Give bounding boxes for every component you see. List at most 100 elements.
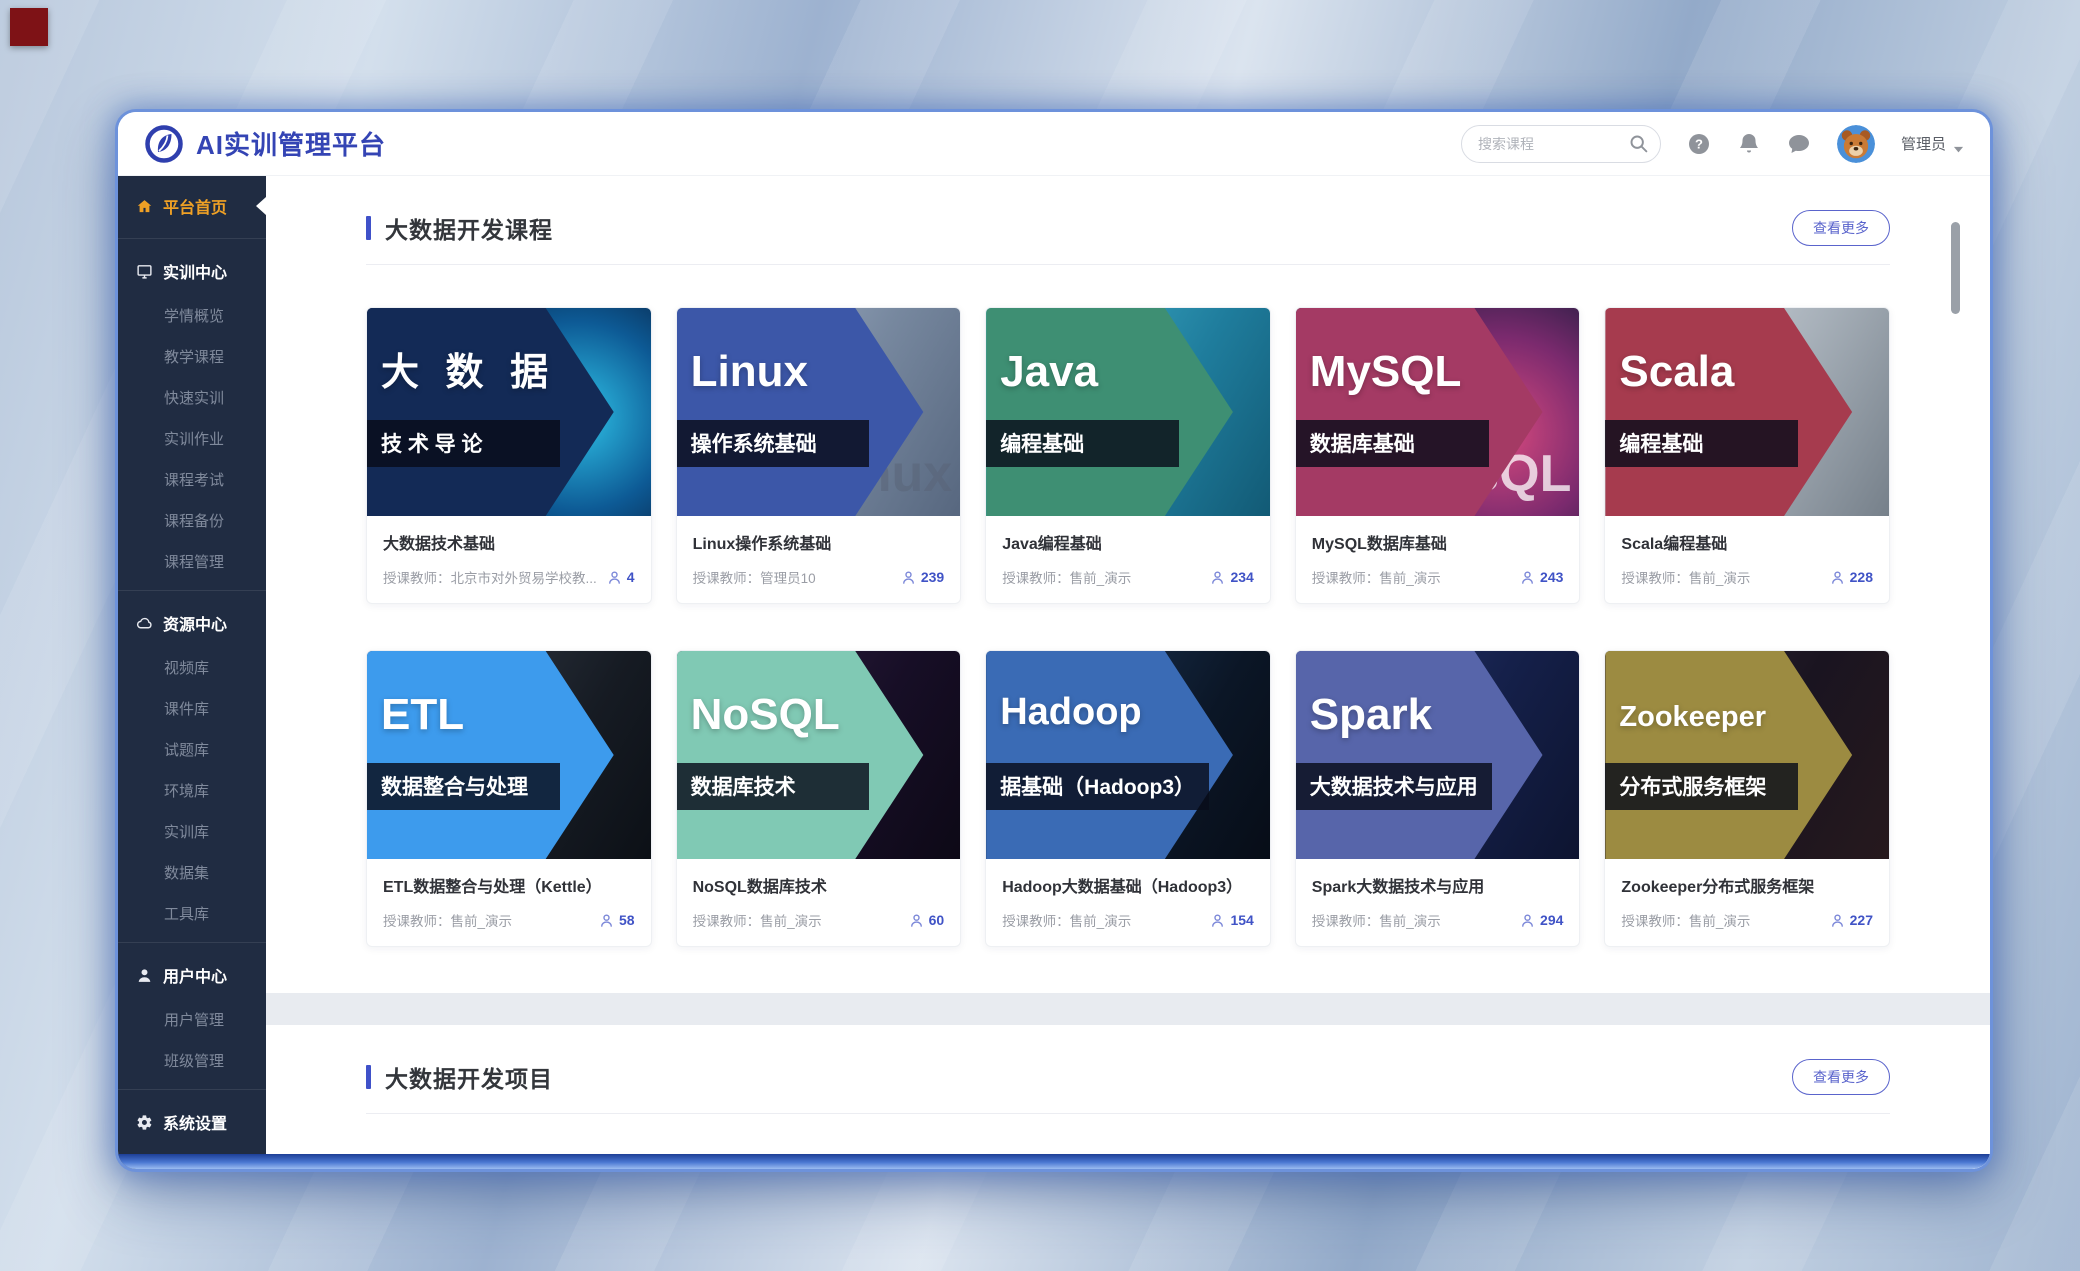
cover-subtitle: 数据库基础 bbox=[1310, 433, 1415, 456]
sidebar-item[interactable]: 试题库 bbox=[118, 729, 266, 770]
sidebar-group-home[interactable]: 平台首页 bbox=[118, 182, 266, 230]
cover-chevron bbox=[1605, 651, 1889, 859]
course-cover: Scala 编程基础 bbox=[1605, 308, 1889, 516]
user-icon bbox=[136, 967, 153, 984]
course-teacher: 授课教师：售前_演示 bbox=[1002, 910, 1202, 930]
course-meta: 授课教师：售前_演示 234 bbox=[1002, 567, 1254, 587]
cover-subtitle-band: 数据整合与处理 bbox=[367, 763, 560, 810]
sidebar-item[interactable]: 实训库 bbox=[118, 811, 266, 852]
person-icon bbox=[599, 913, 614, 928]
cover-title: Linux bbox=[691, 350, 808, 394]
course-student-count: 60 bbox=[909, 912, 945, 928]
sidebar-item[interactable]: 用户管理 bbox=[118, 999, 266, 1040]
course-card[interactable]: NoSQL 数据库技术 NoSQL数据库技术 授课教师：售前_演示 60 bbox=[676, 650, 962, 947]
course-title: Hadoop大数据基础（Hadoop3） bbox=[1002, 873, 1254, 897]
sidebar-group-label: 实训中心 bbox=[163, 259, 227, 283]
sidebar-item[interactable]: 环境库 bbox=[118, 770, 266, 811]
sidebar-item[interactable]: 工具库 bbox=[118, 893, 266, 934]
course-teacher: 授课教师：管理员10 bbox=[693, 567, 893, 587]
sidebar-item[interactable]: 视频库 bbox=[118, 647, 266, 688]
user-menu[interactable]: 管理员 bbox=[1901, 133, 1964, 154]
course-card[interactable]: Java 编程基础 Java编程基础 授课教师：售前_演示 234 bbox=[985, 307, 1271, 604]
cover-subtitle: 大数据技术与应用 bbox=[1310, 776, 1478, 799]
section-header: 大数据开发项目 查看更多 bbox=[366, 1059, 1890, 1095]
search-box bbox=[1461, 125, 1661, 163]
sidebar-item[interactable]: 课程管理 bbox=[118, 541, 266, 582]
course-teacher: 授课教师：售前_演示 bbox=[1002, 567, 1202, 587]
cover-subtitle-band: 据基础（Hadoop3） bbox=[986, 763, 1209, 810]
sidebar-group-cloud[interactable]: 资源中心 bbox=[118, 599, 266, 647]
course-card-body: MySQL数据库基础 授课教师：售前_演示 243 bbox=[1296, 516, 1580, 603]
sidebar-divider bbox=[118, 590, 266, 591]
cover-title: Scala bbox=[1619, 350, 1734, 394]
scrollbar-thumb[interactable] bbox=[1951, 222, 1960, 314]
sidebar-item[interactable]: 课程考试 bbox=[118, 459, 266, 500]
course-cover: Spark 大数据技术与应用 bbox=[1296, 651, 1580, 859]
course-cover: 大 数 据 技 术 导 论 bbox=[367, 308, 651, 516]
user-name: 管理员 bbox=[1901, 133, 1946, 154]
cover-subtitle-band: 编程基础 bbox=[1605, 420, 1798, 467]
course-student-count: 234 bbox=[1210, 569, 1253, 585]
course-cover: NoSQL 数据库技术 bbox=[677, 651, 961, 859]
course-card[interactable]: MySQL MySQL 数据库基础 MySQL数据库基础 授课教师：售前_演示 … bbox=[1295, 307, 1581, 604]
course-title: 大数据技术基础 bbox=[383, 530, 635, 554]
cover-title: MySQL bbox=[1310, 350, 1462, 394]
view-more-button[interactable]: 查看更多 bbox=[1792, 210, 1890, 246]
course-student-count: 58 bbox=[599, 912, 635, 928]
course-student-count: 154 bbox=[1210, 912, 1253, 928]
course-meta: 授课教师：管理员10 239 bbox=[693, 567, 945, 587]
cover-subtitle: 据基础（Hadoop3） bbox=[1000, 776, 1195, 799]
sidebar-item[interactable]: 课件库 bbox=[118, 688, 266, 729]
course-teacher: 授课教师：北京市对外贸易学校教... bbox=[383, 567, 599, 587]
course-card[interactable]: inux Linux 操作系统基础 Linux操作系统基础 授课教师：管理员10… bbox=[676, 307, 962, 604]
cover-title: Spark bbox=[1310, 693, 1432, 737]
window-bottom-edge bbox=[118, 1154, 1990, 1169]
section-accent-bar bbox=[366, 216, 371, 240]
cover-title: ETL bbox=[381, 693, 464, 737]
sidebar-group-user[interactable]: 用户中心 bbox=[118, 951, 266, 999]
app-window: AI实训管理平台 ? bbox=[118, 112, 1990, 1169]
sidebar-group-gear[interactable]: 系统设置 bbox=[118, 1098, 266, 1146]
course-title: Java编程基础 bbox=[1002, 530, 1254, 554]
cover-title: Java bbox=[1000, 350, 1098, 394]
course-card[interactable]: Spark 大数据技术与应用 Spark大数据技术与应用 授课教师：售前_演示 … bbox=[1295, 650, 1581, 947]
sidebar-item[interactable]: 快速实训 bbox=[118, 377, 266, 418]
cover-chevron bbox=[367, 651, 651, 859]
cover-subtitle: 数据整合与处理 bbox=[381, 776, 528, 799]
bell-icon[interactable] bbox=[1737, 132, 1761, 156]
person-icon bbox=[909, 913, 924, 928]
home-icon bbox=[136, 198, 153, 215]
section-title: 大数据开发课程 bbox=[385, 211, 553, 245]
section-divider bbox=[366, 1113, 1890, 1114]
sidebar-item[interactable]: 教学课程 bbox=[118, 336, 266, 377]
course-card[interactable]: ETL 数据整合与处理 ETL数据整合与处理（Kettle） 授课教师：售前_演… bbox=[366, 650, 652, 947]
user-avatar[interactable] bbox=[1837, 125, 1875, 163]
sidebar-group-label: 系统设置 bbox=[163, 1110, 227, 1134]
help-icon[interactable]: ? bbox=[1687, 132, 1711, 156]
chat-icon[interactable] bbox=[1787, 132, 1811, 156]
sidebar-item[interactable]: 课程备份 bbox=[118, 500, 266, 541]
course-title: Spark大数据技术与应用 bbox=[1312, 873, 1564, 897]
sidebar-menu: 平台首页 实训中心 学情概览 教学课程 快速实训 实训作业 课程考试 课程备份 … bbox=[118, 176, 266, 1169]
course-meta: 授课教师：售前_演示 243 bbox=[1312, 567, 1564, 587]
course-card[interactable]: Scala 编程基础 Scala编程基础 授课教师：售前_演示 228 bbox=[1604, 307, 1890, 604]
course-cover: ETL 数据整合与处理 bbox=[367, 651, 651, 859]
course-card[interactable]: Hadoop 据基础（Hadoop3） Hadoop大数据基础（Hadoop3）… bbox=[985, 650, 1271, 947]
course-card[interactable]: Zookeeper 分布式服务框架 Zookeeper分布式服务框架 授课教师：… bbox=[1604, 650, 1890, 947]
course-card-body: Linux操作系统基础 授课教师：管理员10 239 bbox=[677, 516, 961, 603]
view-more-button[interactable]: 查看更多 bbox=[1792, 1059, 1890, 1095]
cover-subtitle-band: 大数据技术与应用 bbox=[1296, 763, 1492, 810]
search-icon[interactable] bbox=[1628, 133, 1649, 154]
course-card[interactable]: 大 数 据 技 术 导 论 大数据技术基础 授课教师：北京市对外贸易学校教...… bbox=[366, 307, 652, 604]
sidebar-item[interactable]: 数据集 bbox=[118, 852, 266, 893]
cover-chevron bbox=[367, 308, 651, 516]
sidebar-group-monitor[interactable]: 实训中心 bbox=[118, 247, 266, 295]
person-icon bbox=[1830, 570, 1845, 585]
sidebar-item[interactable]: 学情概览 bbox=[118, 295, 266, 336]
sidebar-group-label: 资源中心 bbox=[163, 611, 227, 635]
sidebar-item[interactable]: 班级管理 bbox=[118, 1040, 266, 1081]
cloud-icon bbox=[136, 615, 153, 632]
sidebar-item[interactable]: 实训作业 bbox=[118, 418, 266, 459]
course-teacher: 授课教师：售前_演示 bbox=[1621, 567, 1821, 587]
cover-title: NoSQL bbox=[691, 693, 840, 737]
